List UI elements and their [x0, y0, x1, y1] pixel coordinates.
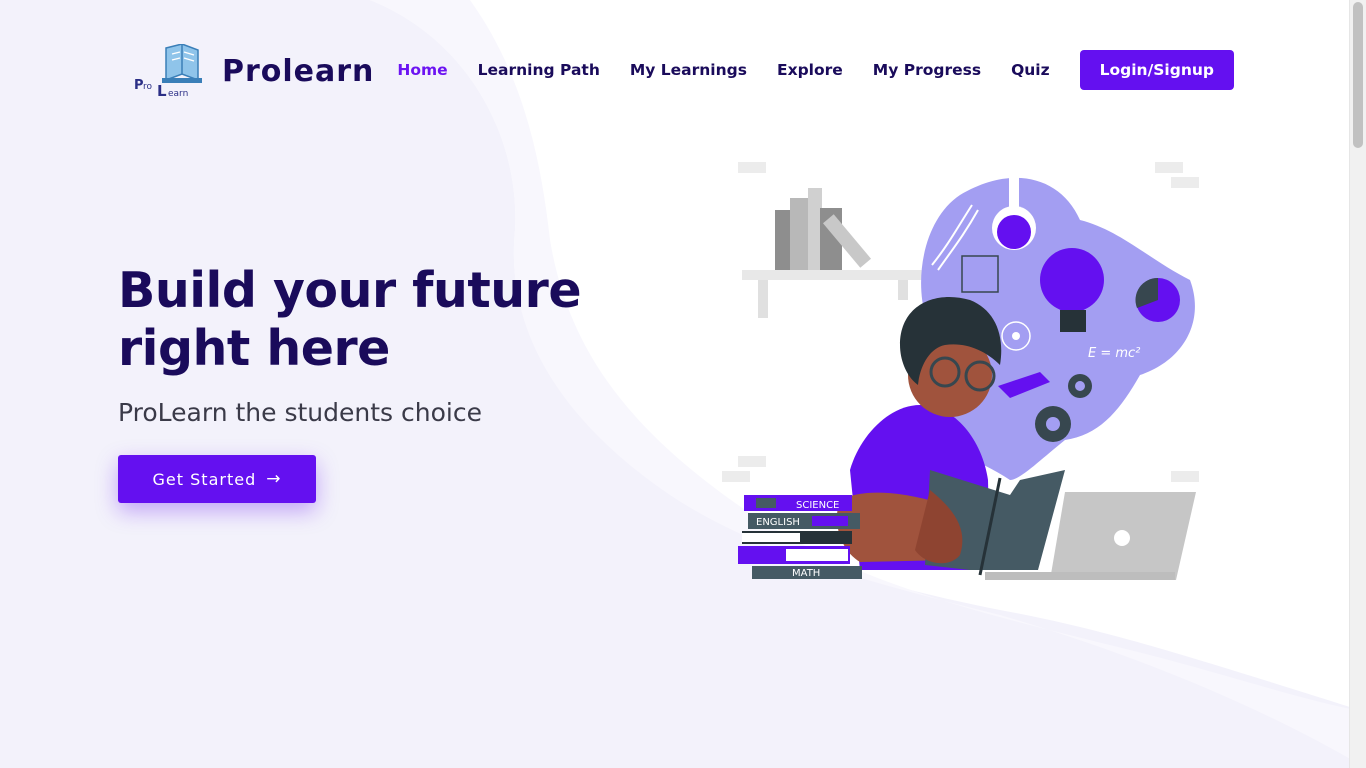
- nav-explore[interactable]: Explore: [777, 50, 843, 90]
- svg-text:ro: ro: [143, 82, 153, 92]
- nav-learning-path[interactable]: Learning Path: [478, 50, 600, 90]
- nav-quiz[interactable]: Quiz: [1011, 50, 1050, 90]
- nav-my-progress[interactable]: My Progress: [873, 50, 981, 90]
- svg-text:earn: earn: [168, 89, 188, 98]
- main-nav: Home Learning Path My Learnings Explore …: [397, 50, 1234, 90]
- nav-my-learnings[interactable]: My Learnings: [630, 50, 747, 90]
- brand-name[interactable]: Prolearn: [222, 54, 374, 89]
- arrow-right-icon: →: [266, 469, 282, 489]
- student-reading-illustration: E = mc² SCIENCE ENGLISH MATH: [722, 162, 1199, 580]
- hero-title: Build your future right here: [118, 262, 582, 377]
- brand[interactable]: P ro L earn Prolearn: [132, 44, 374, 98]
- book-english-label: ENGLISH: [756, 517, 800, 528]
- login-signup-button[interactable]: Login/Signup: [1079, 50, 1234, 90]
- book-stack: SCIENCE ENGLISH MATH: [738, 495, 862, 579]
- bookshelf: [742, 188, 922, 318]
- site-header: P ro L earn Prolearn Home Learning Path …: [0, 0, 1350, 140]
- hero-section: Build your future right here ProLearn th…: [118, 262, 678, 503]
- book-science-label: SCIENCE: [796, 500, 839, 511]
- hero-subtitle: ProLearn the students choice: [118, 398, 482, 427]
- nav-home[interactable]: Home: [397, 50, 447, 90]
- formula-text: E = mc²: [1088, 346, 1140, 361]
- get-started-button[interactable]: Get Started →: [118, 455, 316, 503]
- svg-text:L: L: [157, 82, 167, 98]
- scrollbar-thumb[interactable]: [1353, 2, 1363, 148]
- get-started-label: Get Started: [152, 469, 257, 489]
- page-scrollbar[interactable]: [1349, 0, 1366, 768]
- book-math-label: MATH: [792, 568, 820, 579]
- prolearn-logo[interactable]: P ro L earn: [132, 44, 204, 98]
